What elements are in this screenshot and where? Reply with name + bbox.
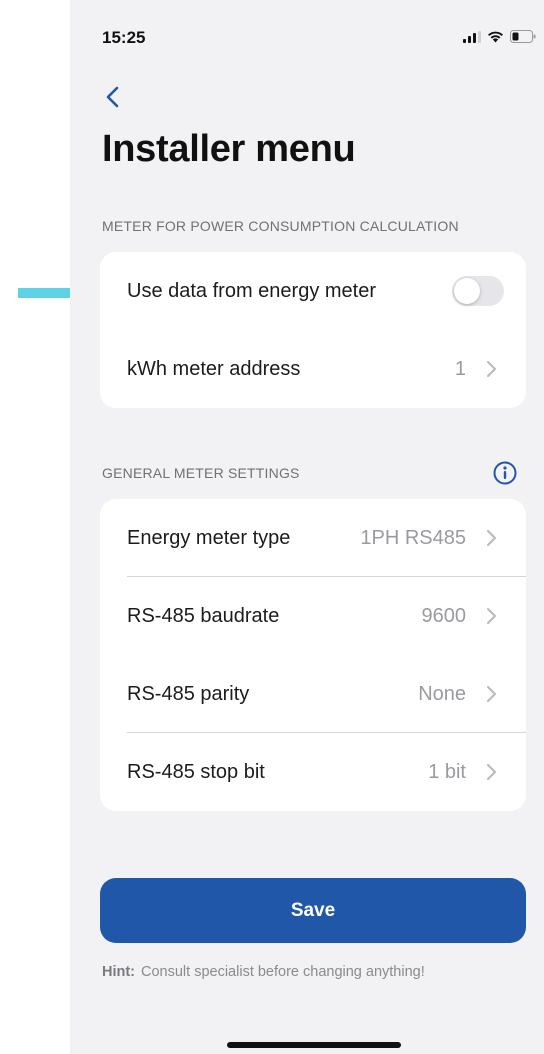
- energy-meter-type-row[interactable]: Energy meter type 1PH RS485: [100, 499, 526, 577]
- page-title: Installer menu: [102, 128, 356, 170]
- row-value: 1 bit: [428, 760, 466, 783]
- status-icons: [463, 30, 536, 43]
- status-time: 15:25: [102, 28, 146, 47]
- toggle-knob: [454, 278, 480, 304]
- chevron-right-icon: [487, 608, 496, 624]
- kwh-meter-address-row[interactable]: kWh meter address 1: [100, 330, 526, 408]
- info-icon[interactable]: [492, 460, 518, 486]
- row-label: Use data from energy meter: [127, 279, 376, 302]
- row-label: RS-485 baudrate: [127, 604, 280, 627]
- phone-screen: 15:25 Installer menu METER FOR POWER CON…: [70, 0, 544, 1054]
- chevron-right-icon: [487, 764, 496, 780]
- battery-icon: [510, 30, 536, 43]
- hint-label: Hint:: [102, 964, 136, 980]
- row-label: kWh meter address: [127, 357, 301, 380]
- rs485-stop-bit-row[interactable]: RS-485 stop bit 1 bit: [100, 733, 526, 811]
- chevron-left-icon[interactable]: [98, 82, 128, 112]
- signal-icon: [463, 30, 481, 43]
- home-indicator[interactable]: [227, 1042, 401, 1048]
- meter-settings-card: Use data from energy meter kWh meter add…: [100, 252, 526, 408]
- row-value: 1PH RS485: [360, 526, 466, 549]
- chevron-right-icon: [487, 530, 496, 546]
- row-value: None: [418, 682, 466, 705]
- general-meter-settings-card: Energy meter type 1PH RS485 RS-485 baudr…: [100, 499, 526, 811]
- hint-message: Consult specialist before changing anyth…: [141, 964, 425, 980]
- row-label: RS-485 parity: [127, 682, 250, 705]
- section-header-meter: METER FOR POWER CONSUMPTION CALCULATION: [102, 218, 459, 234]
- row-value: 9600: [421, 604, 467, 627]
- section-header-general: GENERAL METER SETTINGS: [102, 465, 300, 481]
- chevron-right-icon: [487, 686, 496, 702]
- use-energy-meter-row[interactable]: Use data from energy meter: [100, 252, 526, 330]
- wifi-icon: [488, 31, 503, 43]
- chevron-right-icon: [487, 361, 496, 377]
- save-button[interactable]: Save: [100, 878, 526, 943]
- row-label: Energy meter type: [127, 526, 291, 549]
- use-energy-meter-toggle[interactable]: [452, 276, 504, 306]
- rs485-baudrate-row[interactable]: RS-485 baudrate 9600: [100, 577, 526, 655]
- rs485-parity-row[interactable]: RS-485 parity None: [100, 655, 526, 733]
- row-value: 1: [454, 357, 466, 380]
- row-label: RS-485 stop bit: [127, 760, 265, 783]
- hint-text: Hint: Consult specialist before changing …: [102, 964, 425, 980]
